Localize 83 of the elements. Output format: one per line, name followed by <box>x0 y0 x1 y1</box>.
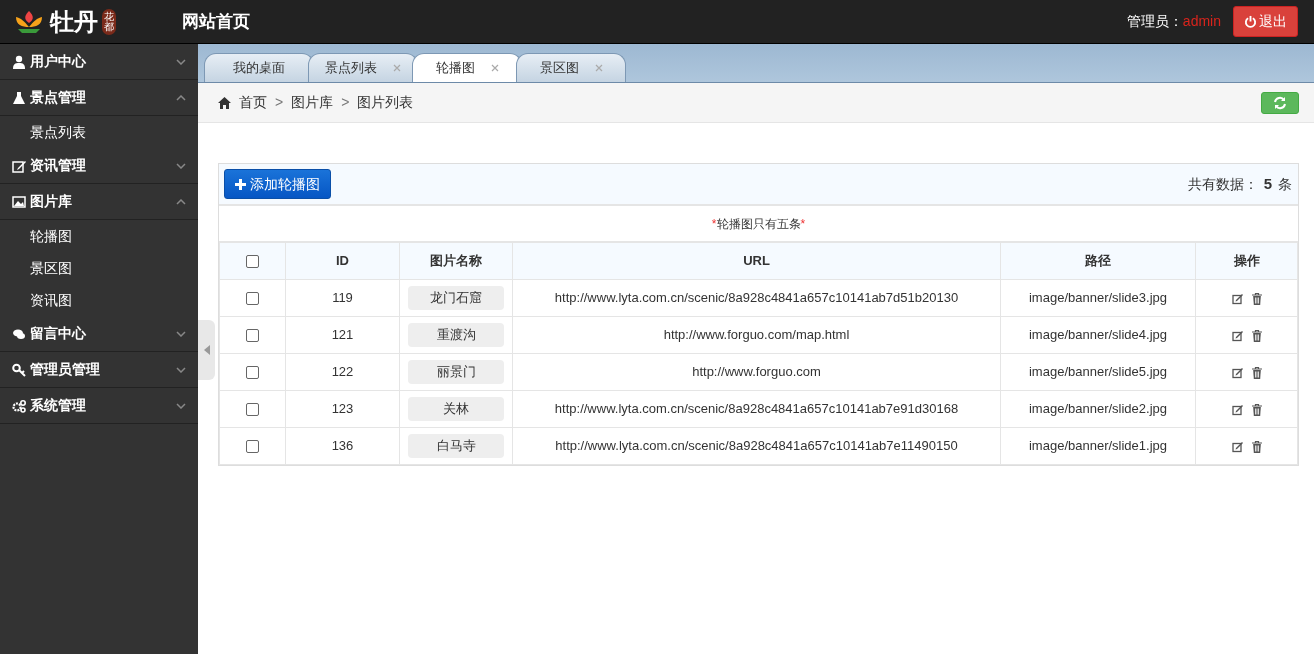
edit-icon[interactable] <box>1231 292 1244 305</box>
name-tag: 关林 <box>408 397 504 421</box>
trash-icon[interactable] <box>1251 366 1262 379</box>
table-cell: 121 <box>331 327 354 343</box>
chevron-down-icon <box>176 58 186 65</box>
record-count: 5 <box>1263 173 1272 194</box>
table-cell: 123 <box>331 401 354 417</box>
logo-text: 牡丹 <box>50 9 98 34</box>
count-label: 共有数据： <box>1187 174 1258 194</box>
edit-icon[interactable] <box>1231 366 1244 379</box>
checkbox[interactable] <box>246 440 259 454</box>
chevron-down-icon <box>176 162 186 169</box>
table-cell: 122 <box>331 364 354 380</box>
name-tag: 白马寺 <box>408 434 504 458</box>
trash-icon[interactable] <box>1251 403 1262 416</box>
table-cell: http://www.lyta.com.cn/scenic/8a928c4841a657c10141ab7e11490150 <box>555 438 958 454</box>
site-title[interactable]: 网站首页 <box>182 8 250 35</box>
table-cell: 119 <box>332 290 353 306</box>
name-tag: 龙门石窟 <box>408 286 504 310</box>
table-cell: image/banner/slide3.jpg <box>1028 290 1167 306</box>
checkbox[interactable] <box>246 255 259 269</box>
breadcrumb-item[interactable]: 首页 <box>239 92 267 113</box>
chevron-down-icon <box>176 330 186 337</box>
key-icon <box>12 362 26 377</box>
user-icon <box>12 54 26 69</box>
breadcrumb-item[interactable]: 图片库 <box>291 92 334 113</box>
column-header: URL <box>743 253 770 269</box>
sidebar-item[interactable]: 景点列表 <box>0 116 198 148</box>
sidebar-group[interactable]: 用户中心 <box>0 44 198 80</box>
chevron-down-icon <box>176 402 186 409</box>
gears-icon <box>12 398 26 413</box>
breadcrumb-item: 图片列表 <box>357 93 414 112</box>
table-cell: http://www.forguo.com <box>692 364 821 380</box>
chevron-up-icon <box>176 198 186 205</box>
trash-icon[interactable] <box>1251 292 1262 305</box>
checkbox[interactable] <box>246 292 259 306</box>
edit-icon[interactable] <box>1231 329 1244 342</box>
column-header: 图片名称 <box>430 253 482 269</box>
trash-icon[interactable] <box>1251 440 1262 453</box>
checkbox[interactable] <box>246 366 259 380</box>
table-cell: 136 <box>331 438 354 454</box>
chevron-down-icon <box>176 366 186 373</box>
checkbox[interactable] <box>246 403 259 417</box>
sidebar-item[interactable]: 资讯图 <box>0 284 198 316</box>
sidebar-item[interactable]: 景区图 <box>0 252 198 284</box>
table-cell: image/banner/slide1.jpg <box>1028 438 1167 454</box>
admin-name: admin <box>1182 12 1221 31</box>
edit-icon[interactable] <box>1231 440 1244 453</box>
count-unit: 条 <box>1278 174 1292 194</box>
sidebar-group[interactable]: 图片库 <box>0 184 198 220</box>
logo-seal: 花都 <box>102 8 116 35</box>
column-header: 操作 <box>1233 253 1260 269</box>
add-button[interactable]: 添加轮播图 <box>224 169 331 199</box>
table-cell: http://www.lyta.com.cn/scenic/8a928c4841a657c10141ab7e91d30168 <box>554 401 959 417</box>
plus-icon <box>235 178 246 190</box>
edit-icon[interactable] <box>1231 403 1244 416</box>
name-tag: 丽景门 <box>408 360 504 384</box>
edit-icon <box>12 158 26 173</box>
admin-label: 管理员： <box>1126 12 1183 31</box>
column-header: 路径 <box>1085 253 1111 269</box>
collapse-handle[interactable] <box>198 320 215 380</box>
trash-icon[interactable] <box>1251 329 1262 342</box>
table-cell: image/banner/slide2.jpg <box>1028 401 1167 417</box>
sidebar-item[interactable]: 轮播图 <box>0 220 198 252</box>
power-icon <box>1244 15 1257 28</box>
logout-button[interactable]: 退出 <box>1233 6 1298 37</box>
chevron-up-icon <box>176 94 186 101</box>
flask-icon <box>12 90 26 105</box>
breadcrumb-separator: > <box>275 93 284 112</box>
column-header: ID <box>336 253 349 269</box>
home-icon <box>218 96 231 109</box>
notice-text: *轮播图只有五条* <box>711 215 806 233</box>
refresh-button[interactable] <box>1261 91 1299 114</box>
table-cell: image/banner/slide5.jpg <box>1028 364 1167 380</box>
picture-icon <box>12 194 26 209</box>
name-tag: 重渡沟 <box>408 323 504 347</box>
table-cell: http://www.lyta.com.cn/scenic/8a928c4841a657c10141ab7d51b20130 <box>554 290 959 306</box>
breadcrumb-separator: > <box>341 93 350 112</box>
table-cell: http://www.forguo.com/map.html <box>663 327 850 343</box>
refresh-icon <box>1273 95 1287 110</box>
checkbox[interactable] <box>246 329 259 343</box>
tab[interactable]: 景区图 <box>516 53 626 82</box>
table-cell: image/banner/slide4.jpg <box>1028 327 1167 343</box>
